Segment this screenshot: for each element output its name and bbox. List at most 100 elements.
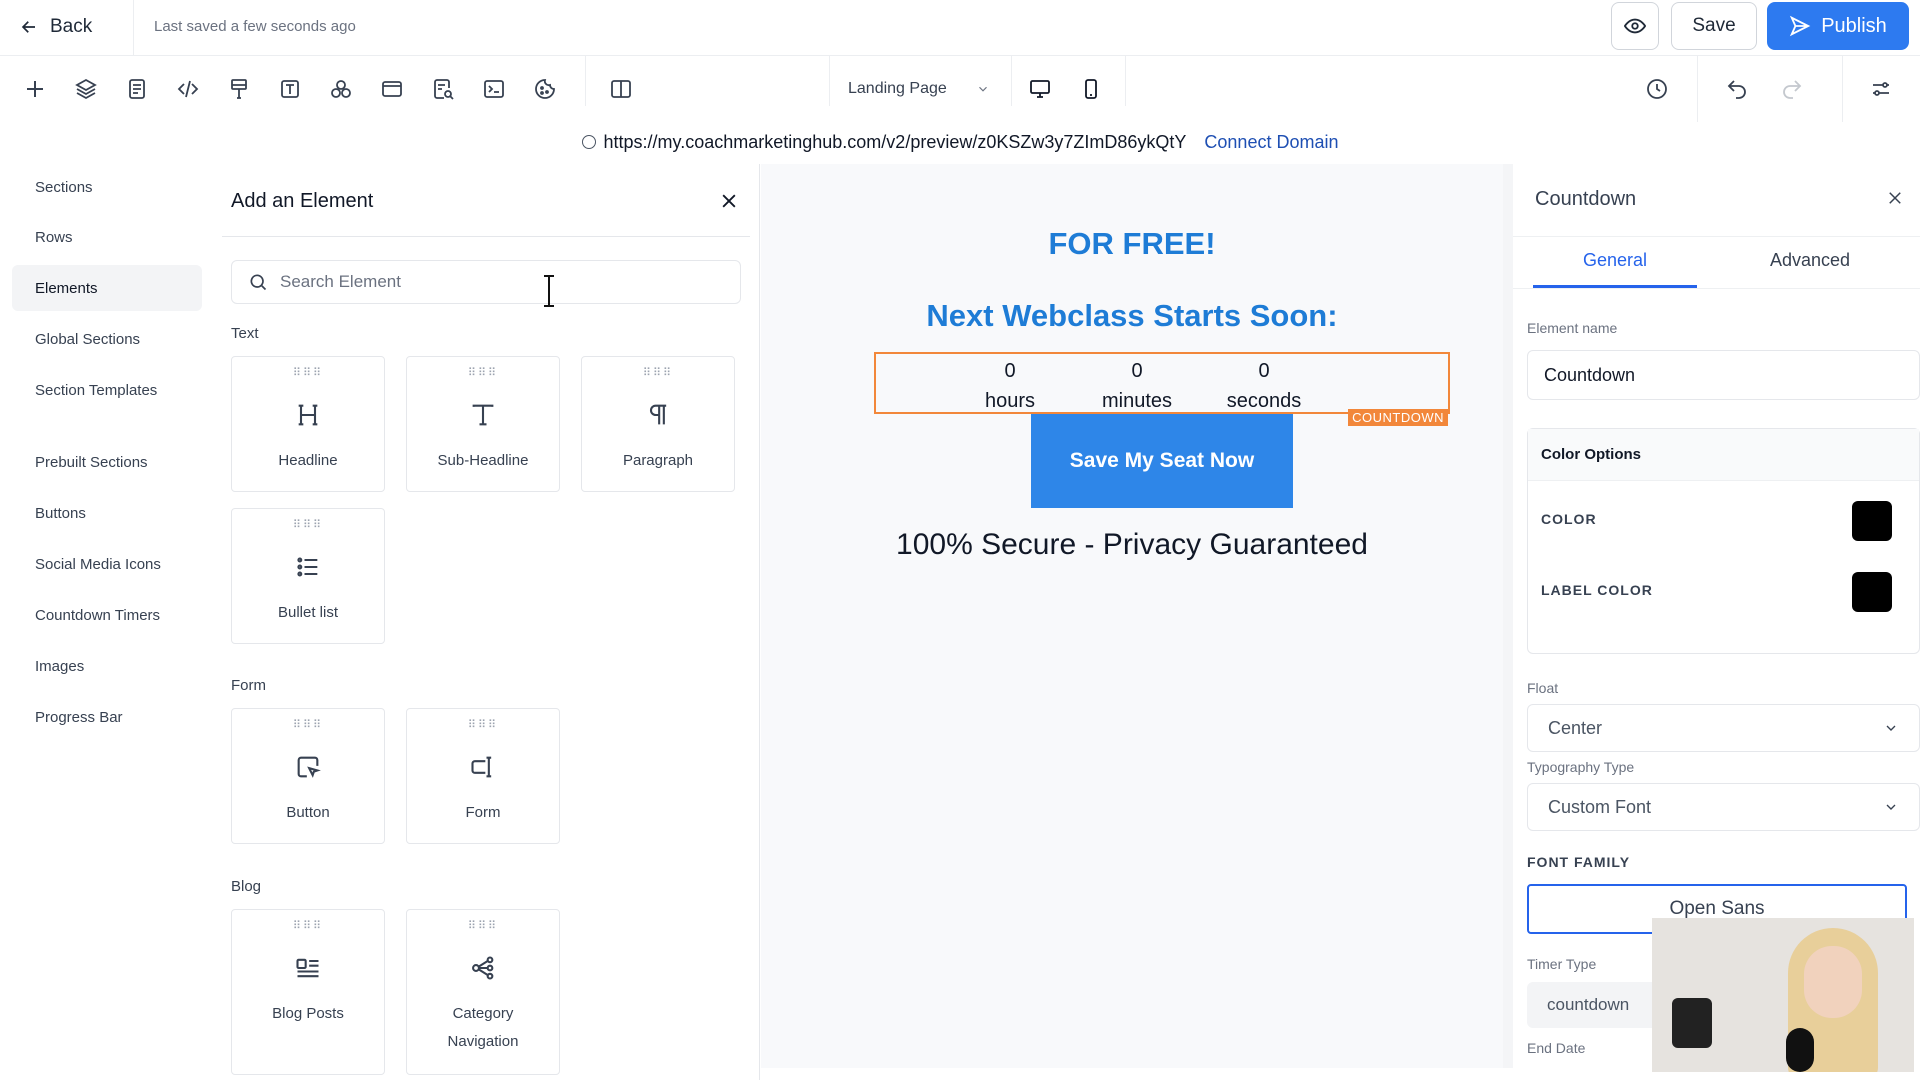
webclass-heading[interactable]: Next Webclass Starts Soon: xyxy=(761,298,1503,334)
back-button[interactable]: Back xyxy=(20,16,92,38)
element-card-form[interactable]: ⠿⠿⠿ Form xyxy=(406,708,560,844)
preview-button[interactable] xyxy=(1611,2,1659,50)
divider xyxy=(1842,56,1843,122)
layers-icon[interactable] xyxy=(69,72,103,106)
desktop-icon[interactable] xyxy=(1023,72,1057,106)
publish-button[interactable]: Publish xyxy=(1767,2,1909,50)
text-cursor-icon xyxy=(544,275,554,307)
element-card-category-navigation[interactable]: ⠿⠿⠿ Category Navigation xyxy=(406,909,560,1075)
top-header: Back Last saved a few seconds ago Save P… xyxy=(0,0,1920,56)
divider xyxy=(585,56,586,106)
element-label: Paragraph xyxy=(622,452,694,469)
settings-icon[interactable] xyxy=(1864,72,1898,106)
plus-icon[interactable] xyxy=(18,72,52,106)
undo-icon[interactable] xyxy=(1720,72,1754,106)
search-box xyxy=(231,260,741,304)
columns-icon[interactable] xyxy=(604,72,638,106)
element-card-paragraph[interactable]: ⠿⠿⠿ Paragraph xyxy=(581,356,735,492)
color-label: COLOR xyxy=(1541,511,1597,527)
element-name-input[interactable]: Countdown xyxy=(1527,350,1920,400)
nav-item-countdown-timers[interactable]: Countdown Timers xyxy=(12,592,202,638)
text-icon[interactable] xyxy=(273,72,307,106)
element-card-sub-headline[interactable]: ⠿⠿⠿ Sub-Headline xyxy=(406,356,560,492)
headline-icon xyxy=(292,399,324,431)
page-canvas: FOR FREE! Next Webclass Starts Soon: 0 h… xyxy=(761,164,1503,1068)
element-card-bullet-list[interactable]: ⠿⠿⠿ Bullet list xyxy=(231,508,385,644)
close-icon[interactable] xyxy=(1883,186,1907,210)
nav-item-social-media-icons[interactable]: Social Media Icons xyxy=(12,541,202,587)
webcam-overlay xyxy=(1652,918,1914,1072)
color-options-title: Color Options xyxy=(1528,429,1919,481)
page-selector[interactable]: Landing Page xyxy=(830,74,990,104)
button-icon xyxy=(292,751,324,783)
divider xyxy=(1125,56,1126,106)
divider xyxy=(222,236,750,237)
code-icon[interactable] xyxy=(171,72,205,106)
editor-toolbar: Landing Page xyxy=(0,56,1920,122)
terminal-icon[interactable] xyxy=(477,72,511,106)
float-label: Float xyxy=(1527,680,1559,696)
countdown-element[interactable]: 0 hours 0 minutes 0 seconds COUNTDOWN xyxy=(874,352,1450,426)
connect-domain-link[interactable]: Connect Domain xyxy=(1204,132,1338,153)
nav-item-global-sections[interactable]: Global Sections xyxy=(12,316,202,362)
tab-advanced[interactable]: Advanced xyxy=(1718,250,1902,288)
nav-item-sections[interactable]: Sections xyxy=(12,164,202,210)
history-icon[interactable] xyxy=(1640,72,1674,106)
arrow-left-icon xyxy=(21,21,35,33)
panel-title: Add an Element xyxy=(231,190,374,212)
category-label: Form xyxy=(231,677,266,694)
shapes-icon[interactable] xyxy=(324,72,358,106)
divider xyxy=(1513,288,1920,289)
element-card-button[interactable]: ⠿⠿⠿ Button xyxy=(231,708,385,844)
nav-item-buttons[interactable]: Buttons xyxy=(12,490,202,536)
nav-item-progress-bar[interactable]: Progress Bar xyxy=(12,694,202,740)
drag-handle-icon: ⠿⠿⠿ xyxy=(467,367,499,379)
save-status: Last saved a few seconds ago xyxy=(154,18,356,35)
float-select[interactable]: Center xyxy=(1527,704,1920,752)
float-value: Center xyxy=(1548,717,1603,738)
element-card-headline[interactable]: ⠿⠿⠿ Headline xyxy=(231,356,385,492)
save-button[interactable]: Save xyxy=(1671,2,1757,50)
nav-item-section-templates[interactable]: Section Templates xyxy=(12,367,202,413)
tab-general[interactable]: General xyxy=(1533,250,1697,288)
preview-url[interactable]: https://my.coachmarketinghub.com/v2/prev… xyxy=(604,132,1187,153)
countdown-value: 0 xyxy=(1258,360,1270,382)
nav-item-images[interactable]: Images xyxy=(12,643,202,689)
end-date-label: End Date xyxy=(1527,1040,1586,1056)
search-doc-icon[interactable] xyxy=(426,72,460,106)
countdown-value: 0 xyxy=(1131,360,1143,382)
color-swatch[interactable] xyxy=(1852,501,1892,541)
element-label: Bullet list xyxy=(277,604,339,621)
bullet-list-icon xyxy=(292,551,324,583)
nav-item-prebuilt-sections[interactable]: Prebuilt Sections xyxy=(12,439,202,485)
drag-handle-icon: ⠿⠿⠿ xyxy=(467,719,499,731)
redo-icon[interactable] xyxy=(1775,72,1809,106)
element-label: Sub-Headline xyxy=(437,452,529,469)
save-my-seat-button[interactable]: Save My Seat Now xyxy=(1031,414,1293,508)
publish-label: Publish xyxy=(1821,14,1887,37)
back-label: Back xyxy=(50,16,93,37)
nav-item-elements[interactable]: Elements xyxy=(12,265,202,311)
search-input[interactable] xyxy=(280,272,700,292)
countdown-seconds: 0 seconds xyxy=(1209,356,1319,416)
label-color-swatch[interactable] xyxy=(1852,572,1892,612)
category-label: Text xyxy=(231,325,259,342)
privacy-text[interactable]: 100% Secure - Privacy Guaranteed xyxy=(761,528,1503,562)
close-icon[interactable] xyxy=(716,188,742,214)
mobile-icon[interactable] xyxy=(1074,72,1108,106)
send-icon xyxy=(1790,15,1811,37)
typography-type-select[interactable]: Custom Font xyxy=(1527,783,1920,831)
layout-icon[interactable] xyxy=(375,72,409,106)
countdown-unit-label: hours xyxy=(984,390,1036,412)
blog-posts-icon xyxy=(292,952,324,984)
element-card-blog-posts[interactable]: ⠿⠿⠿ Blog Posts xyxy=(231,909,385,1075)
page-icon[interactable] xyxy=(120,72,154,106)
status-dot-icon xyxy=(581,135,596,149)
for-free-heading[interactable]: FOR FREE! xyxy=(761,226,1503,262)
brush-icon[interactable] xyxy=(222,72,256,106)
divider xyxy=(133,0,134,56)
color-options-card: Color Options COLOR LABEL COLOR xyxy=(1527,428,1920,654)
cookie-icon[interactable] xyxy=(528,72,562,106)
nav-item-rows[interactable]: Rows xyxy=(12,214,202,260)
drag-handle-icon: ⠿⠿⠿ xyxy=(292,920,324,932)
